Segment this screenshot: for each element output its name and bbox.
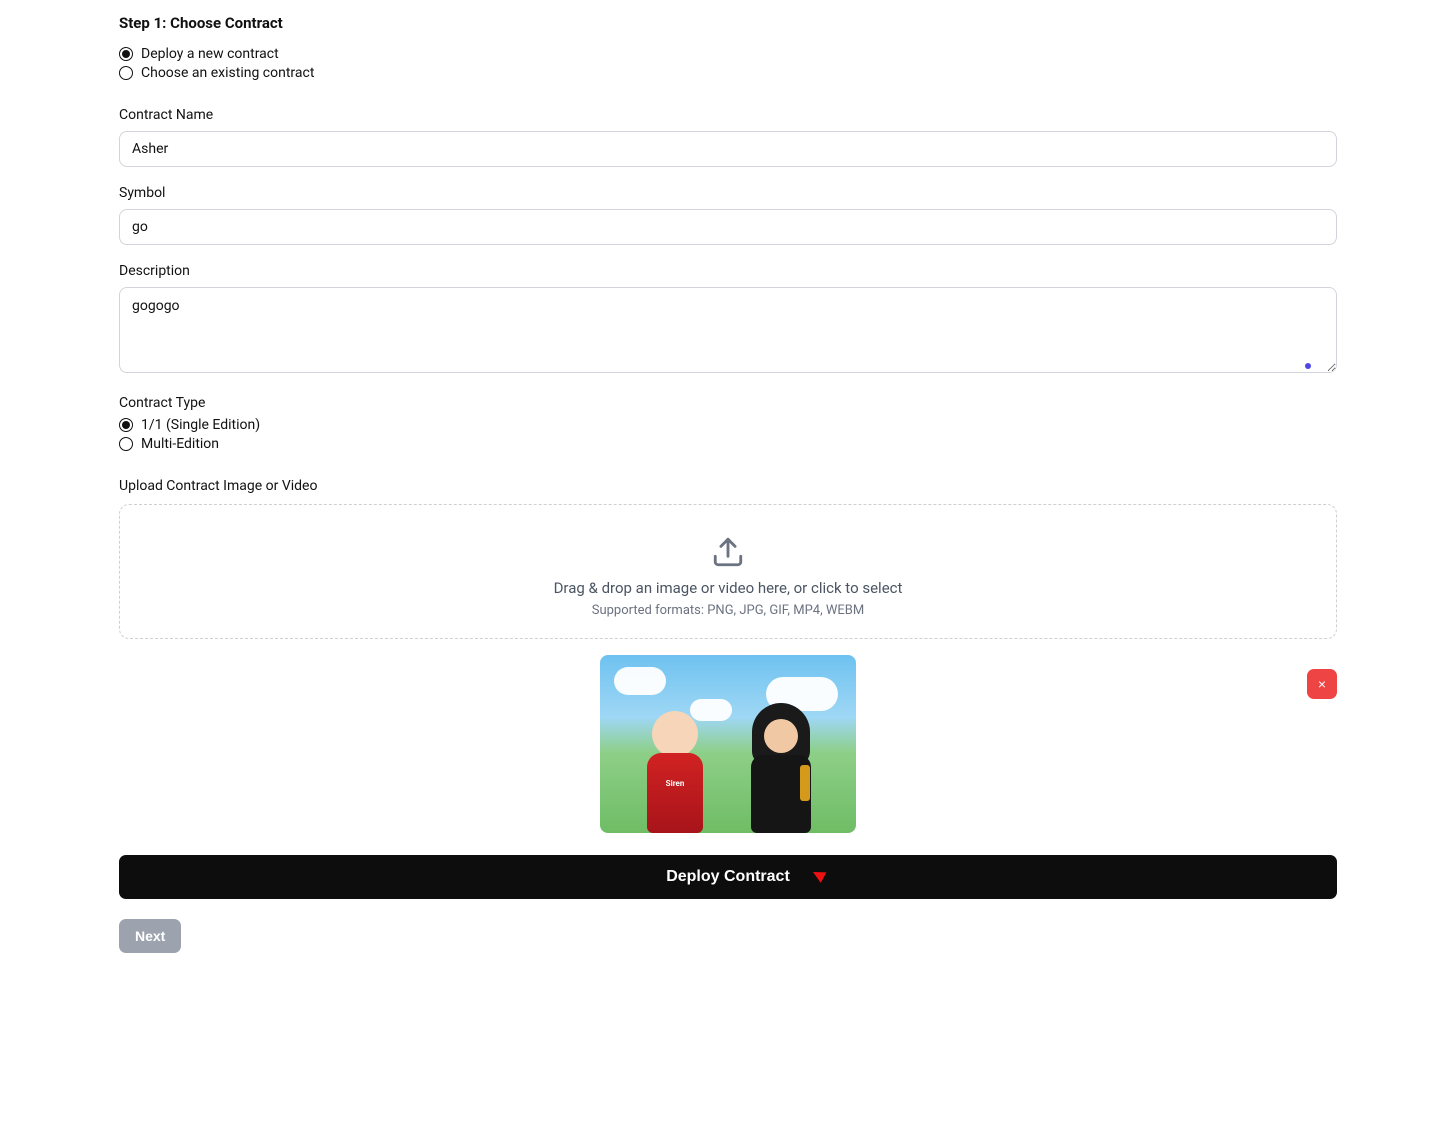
radio-label: Multi-Edition bbox=[141, 436, 219, 452]
radio-label: Deploy a new contract bbox=[141, 46, 279, 62]
description-label: Description bbox=[119, 263, 1337, 279]
contract-name-label: Contract Name bbox=[119, 107, 1337, 123]
radio-label: 1/1 (Single Edition) bbox=[141, 417, 260, 433]
radio-icon bbox=[119, 437, 133, 451]
radio-choose-existing[interactable]: Choose an existing contract bbox=[119, 65, 1337, 81]
radio-label: Choose an existing contract bbox=[141, 65, 314, 81]
upload-dropzone[interactable]: Drag & drop an image or video here, or c… bbox=[119, 504, 1337, 639]
contract-type-group: Contract Type 1/1 (Single Edition) Multi… bbox=[119, 395, 1337, 452]
upload-label: Upload Contract Image or Video bbox=[119, 478, 1337, 494]
description-textarea[interactable] bbox=[119, 287, 1337, 373]
step-title: Step 1: Choose Contract bbox=[119, 14, 1337, 32]
radio-single-edition[interactable]: 1/1 (Single Edition) bbox=[119, 417, 1337, 433]
dropzone-text: Drag & drop an image or video here, or c… bbox=[554, 579, 903, 597]
radio-icon bbox=[119, 418, 133, 432]
deploy-contract-button[interactable]: Deploy Contract bbox=[119, 855, 1337, 899]
radio-deploy-new[interactable]: Deploy a new contract bbox=[119, 46, 1337, 62]
upload-icon bbox=[711, 535, 745, 569]
dropzone-supported: Supported formats: PNG, JPG, GIF, MP4, W… bbox=[592, 603, 864, 618]
symbol-label: Symbol bbox=[119, 185, 1337, 201]
radio-icon bbox=[119, 66, 133, 80]
close-icon: × bbox=[1318, 676, 1326, 692]
symbol-input[interactable] bbox=[119, 209, 1337, 245]
grammar-indicator-icon bbox=[1305, 363, 1311, 369]
remove-preview-button[interactable]: × bbox=[1307, 669, 1337, 699]
contract-choice-group: Deploy a new contract Choose an existing… bbox=[119, 46, 1337, 81]
preview-row: Siren × bbox=[119, 655, 1337, 833]
radio-icon bbox=[119, 47, 133, 61]
preview-image: Siren bbox=[600, 655, 856, 833]
contract-name-input[interactable] bbox=[119, 131, 1337, 167]
next-button[interactable]: Next bbox=[119, 919, 181, 953]
radio-multi-edition[interactable]: Multi-Edition bbox=[119, 436, 1337, 452]
contract-type-label: Contract Type bbox=[119, 395, 1337, 411]
